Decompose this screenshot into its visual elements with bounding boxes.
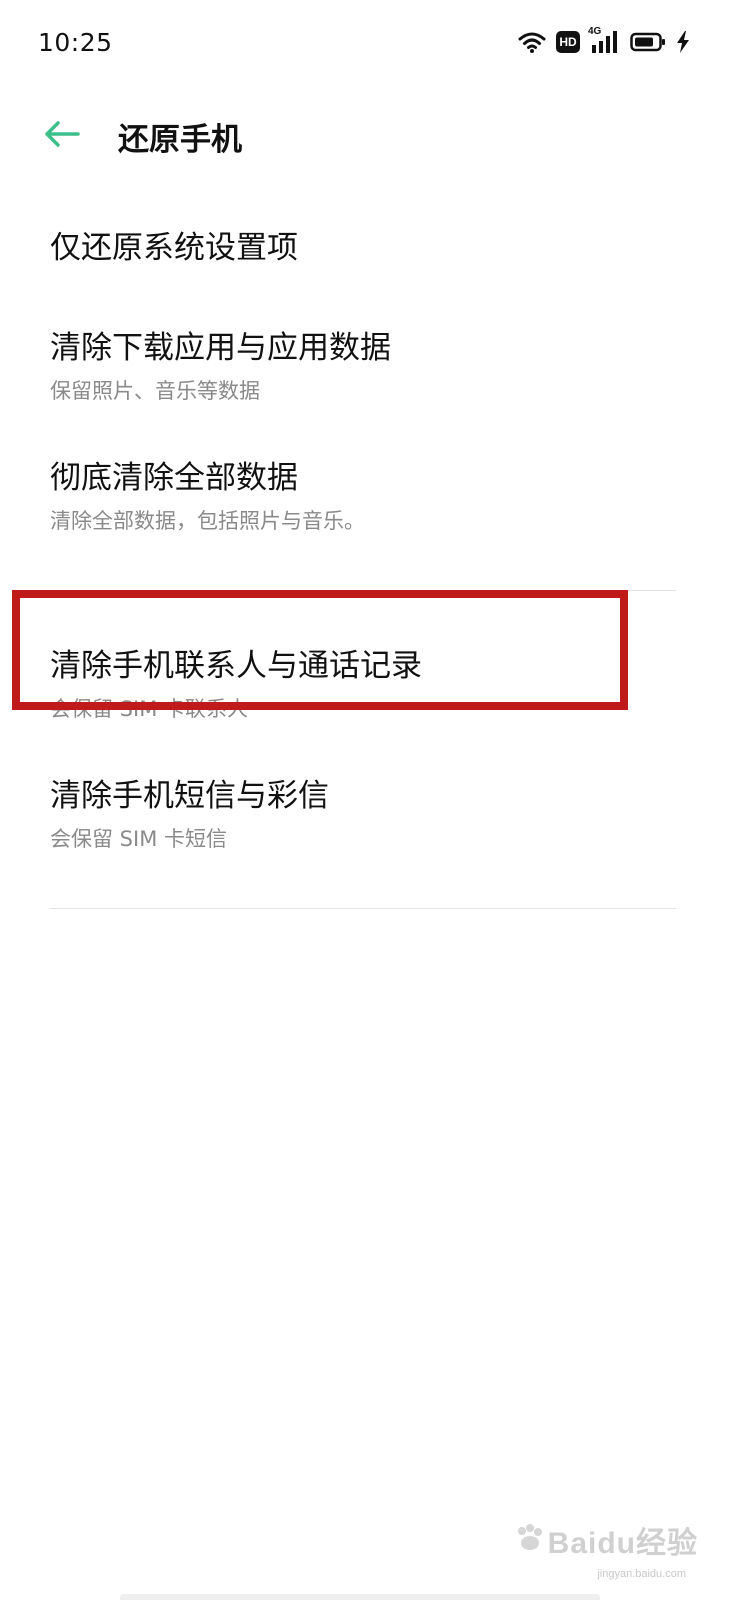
item-subtitle: 清除全部数据，包括照片与音乐。: [50, 509, 365, 533]
item-subtitle: 会保留 SIM 卡联系人: [50, 697, 248, 721]
item-subtitle: 保留照片、音乐等数据: [50, 379, 260, 403]
list-item-clear-contacts[interactable]: 清除手机联系人与通话记录 会保留 SIM 卡联系人: [50, 646, 690, 724]
wifi-icon: [518, 31, 546, 53]
status-bar: 10:25 HD 4G: [0, 0, 738, 90]
list-item-clear-messages[interactable]: 清除手机短信与彩信 会保留 SIM 卡短信: [50, 776, 690, 854]
hd-icon: HD: [556, 31, 580, 53]
item-title: 彻底清除全部数据: [50, 460, 298, 496]
charging-icon: [676, 31, 690, 53]
item-subtitle: 会保留 SIM 卡短信: [50, 827, 227, 851]
back-button[interactable]: [38, 112, 86, 160]
battery-icon: [630, 32, 666, 52]
divider: [50, 908, 676, 909]
divider: [50, 590, 676, 591]
watermark-text: Baidu经验: [547, 1527, 698, 1560]
item-title: 清除手机短信与彩信: [50, 778, 329, 814]
navigation-bar: [120, 1594, 600, 1600]
signal-4g-icon: 4G: [588, 26, 620, 54]
status-icons: HD 4G: [518, 26, 690, 54]
item-title: 清除下载应用与应用数据: [50, 330, 391, 366]
list-item-erase-all[interactable]: 彻底清除全部数据 清除全部数据，包括照片与音乐。: [50, 458, 690, 536]
list-item-clear-apps[interactable]: 清除下载应用与应用数据 保留照片、音乐等数据: [50, 328, 690, 406]
watermark-url: jingyan.baidu.com: [597, 1568, 686, 1580]
list-item-reset-settings[interactable]: 仅还原系统设置项: [50, 228, 690, 268]
paw-logo-icon: [514, 1523, 544, 1558]
status-time: 10:25: [38, 28, 113, 57]
watermark: Baidu经验: [514, 1518, 698, 1562]
page-title: 还原手机: [118, 122, 242, 158]
item-title: 清除手机联系人与通话记录: [50, 648, 422, 684]
network-type-label: 4G: [588, 26, 602, 37]
arrow-left-icon: [44, 120, 80, 152]
item-title: 仅还原系统设置项: [50, 230, 298, 266]
app-bar: 还原手机: [0, 100, 738, 172]
